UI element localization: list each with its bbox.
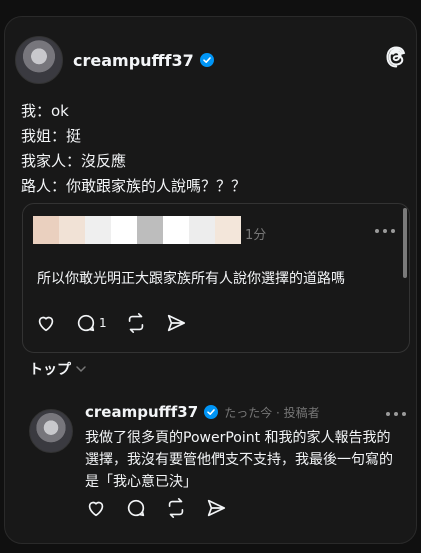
sort-label: トップ	[29, 362, 71, 378]
blur-block	[163, 216, 189, 244]
blur-block	[85, 216, 111, 244]
send-icon	[207, 499, 226, 517]
heart-icon	[38, 316, 54, 332]
blur-block	[189, 216, 215, 244]
repost-icon	[168, 498, 184, 518]
verified-badge-icon	[204, 405, 219, 419]
repost-button[interactable]	[125, 312, 147, 334]
quote-actions: 1	[35, 312, 205, 334]
chevron-down-icon	[76, 366, 86, 373]
reply-item[interactable]: creampufff37 たった今 · 投稿者 我做了很多頁的PowerPoin…	[5, 393, 416, 543]
comment-icon	[77, 314, 95, 332]
heart-icon	[88, 501, 104, 517]
reply-actions	[85, 497, 245, 519]
post-line: 我：ok	[21, 102, 69, 120]
verified-badge-icon	[199, 53, 214, 67]
comment-button[interactable]: 1	[75, 312, 107, 334]
comment-button[interactable]	[125, 497, 147, 519]
repost-button[interactable]	[165, 497, 187, 519]
author-username[interactable]: creampufff37	[73, 51, 194, 70]
blur-block	[111, 216, 137, 244]
scrollbar[interactable]	[403, 208, 407, 278]
quote-text: 所以你敢光明正大跟家族所有人說你選擇的道路嗎	[37, 271, 345, 287]
like-button[interactable]	[35, 312, 57, 334]
like-button[interactable]	[85, 497, 107, 519]
repost-icon	[128, 313, 143, 333]
post-body: 我：ok 我姐：挺 我家人：沒反應 路人：你敢跟家族的人說嗎？？？	[21, 99, 246, 199]
post-line: 我家人：沒反應	[21, 152, 127, 170]
reply-avatar[interactable]	[29, 409, 73, 453]
blur-block	[137, 216, 163, 244]
threads-logo-icon[interactable]	[384, 45, 408, 69]
comment-icon	[127, 499, 145, 517]
reply-username[interactable]: creampufff37	[85, 403, 198, 421]
blur-block	[215, 216, 241, 244]
quote-timestamp: 1分	[245, 228, 267, 243]
sort-dropdown[interactable]: トップ	[29, 359, 87, 379]
blur-block	[59, 216, 85, 244]
more-options-icon[interactable]	[386, 409, 406, 419]
reply-text: 我做了很多頁的PowerPoint 和我的家人報告我的選擇，我沒有要管他們支不支…	[85, 430, 393, 490]
thread-card: creampufff37 我：ok 我姐：挺 我家人：沒反應 路人：你敢跟家族的…	[4, 16, 417, 544]
reply-header: creampufff37 たった今 · 投稿者	[85, 403, 320, 421]
post-line: 我姐：挺	[21, 127, 82, 145]
reply-meta: たった今 · 投稿者	[224, 405, 320, 420]
post-line: 路人：你敢跟家族的人說嗎？？？	[21, 177, 247, 195]
blurred-username	[33, 216, 241, 244]
share-button[interactable]	[205, 497, 227, 519]
share-button[interactable]	[165, 312, 187, 334]
more-options-icon[interactable]	[375, 226, 395, 236]
comment-count: 1	[99, 316, 107, 330]
send-icon	[167, 314, 185, 332]
blur-block	[33, 216, 59, 244]
author-avatar[interactable]	[15, 36, 63, 84]
post-header: creampufff37	[15, 35, 214, 85]
quoted-post[interactable]: 1分 所以你敢光明正大跟家族所有人說你選擇的道路嗎 1	[22, 203, 410, 353]
